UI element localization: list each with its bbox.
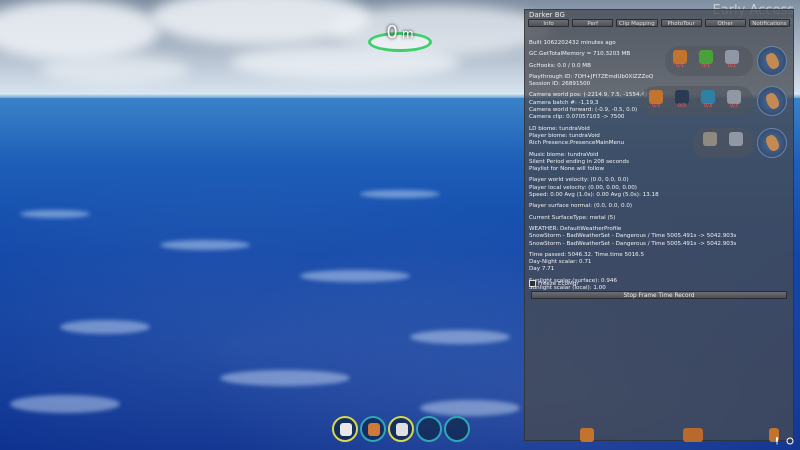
debug-line: Day 7.71: [529, 266, 555, 273]
tab-info[interactable]: Info: [528, 19, 570, 27]
flask-icon: [701, 90, 715, 104]
slot-quantity: 0/3: [651, 103, 661, 109]
foam: [360, 190, 440, 198]
foam: [60, 320, 150, 334]
inventory-slot: 0/3: [725, 90, 743, 110]
inventory-slot: 0/1: [697, 50, 715, 70]
debug-panel: Darker BG Info Perf Clip Mapping PhotoTo…: [524, 9, 794, 442]
scanner-icon: [340, 423, 352, 436]
crab-icon: [757, 128, 787, 158]
debug-line: Player biome: tundraVoid: [529, 132, 600, 139]
crab-icon: [673, 50, 687, 64]
depth-readout: 0m: [368, 22, 432, 43]
inventory-slot: 0/3: [647, 90, 665, 110]
loading-icon: [786, 437, 794, 445]
debug-line: SnowStorm - BadWeatherSet - Dangerous / …: [529, 233, 737, 240]
storage-crate-icon: [683, 428, 703, 442]
debug-line: Music biome: tundraVoid: [529, 151, 599, 158]
inventory-slot: [727, 132, 745, 152]
knife-icon: [368, 423, 380, 436]
inventory-slot: 0/3: [699, 90, 717, 110]
foam: [220, 370, 350, 386]
debug-line: Silent Period ending in 208 seconds: [529, 158, 629, 165]
freeze-ecomgr-row[interactable]: Freeze EcoMgr: [529, 280, 579, 287]
crab-icon: [757, 46, 787, 76]
slot-quantity: 0/1: [675, 63, 685, 69]
hotbar-slot-3[interactable]: [388, 416, 414, 442]
slot-quantity: 0/1: [727, 63, 737, 69]
foam: [20, 210, 90, 218]
panel-title-text: Darker BG: [529, 11, 565, 19]
debug-line: Speed: 0.00 Avg (1.0s): 0.00 Avg (5.0s):…: [529, 192, 659, 199]
hotbar-slot-5[interactable]: [444, 416, 470, 442]
tab-phototour[interactable]: PhotoTour: [660, 19, 702, 27]
debug-line: Player surface normal: (0.0, 0.0, 0.0): [529, 203, 633, 210]
foam: [300, 270, 410, 282]
depth-unit: m: [401, 27, 414, 41]
debug-line: Rich Presence:PresenceMainMenu: [529, 140, 625, 147]
freeze-ecomgr-label: Freeze EcoMgr: [538, 280, 579, 287]
crab-icon: [649, 90, 663, 104]
debug-line: Player local velocity: (0.00, 0.00, 0.00…: [529, 184, 637, 191]
cloud: [40, 55, 190, 85]
scanner-icon: [727, 90, 741, 104]
stop-frame-time-record-button[interactable]: Stop Frame Time Record: [531, 291, 787, 299]
slot-quantity: 0/1: [701, 63, 711, 69]
inventory-slot: 0/1: [723, 50, 741, 70]
debug-tabs: Info Perf Clip Mapping PhotoTour Other N…: [528, 19, 791, 28]
tab-perf[interactable]: Perf: [572, 19, 614, 27]
hotbar-slot-2[interactable]: [360, 416, 386, 442]
microphone-icon: [776, 437, 778, 445]
debug-line: GC.GetTotalMemory = 710.3203 MB: [529, 51, 631, 58]
panel-title[interactable]: Darker BG: [529, 11, 565, 19]
slot-quantity: 0/3: [677, 103, 687, 109]
scanner-icon: [729, 132, 743, 146]
inventory-slot: 0/3: [673, 90, 691, 110]
crab-icon: [580, 428, 594, 442]
tab-other[interactable]: Other: [704, 19, 746, 27]
slot-quantity: 0/3: [729, 103, 739, 109]
hotbar: [332, 416, 470, 444]
freeze-ecomgr-checkbox[interactable]: [529, 280, 536, 287]
hotbar-slot-1[interactable]: [332, 416, 358, 442]
knife-icon: [703, 132, 717, 146]
debug-line: Day-Night scalar: 0.71: [529, 259, 592, 266]
inventory-slot: [701, 132, 719, 152]
debug-line: Built 1062202432 minutes ago: [529, 40, 616, 46]
tab-notifications[interactable]: Notifications: [748, 19, 791, 27]
crab-icon: [757, 86, 787, 116]
foam: [410, 330, 510, 344]
debug-line: Playlist for None will follow: [529, 166, 605, 173]
debug-line: LD biome: tundraVoid: [529, 125, 590, 132]
depth-value: 0: [386, 22, 398, 43]
debug-line: Playthrough ID: 7OH+JFI7ZEmdUb0XlZZZoQ: [529, 73, 654, 80]
foam: [10, 395, 120, 413]
debug-line: SnowStorm - BadWeatherSet - Dangerous / …: [529, 240, 737, 247]
debug-line: WEATHER: DefaultWeatherProfile: [529, 225, 622, 232]
debug-line: Player world velocity: (0.0, 0.0, 0.0): [529, 177, 629, 184]
scanner-icon: [725, 50, 739, 64]
inventory-slot: 0/1: [671, 50, 689, 70]
depth-meter: 0m: [368, 22, 432, 52]
debug-info-text: Built 1062202432 minutes ago GC.GetTotalM…: [529, 40, 737, 292]
debug-line: Time passed: 5046.32. Time.time 5016.5: [529, 251, 645, 258]
debug-line: GcHooks: 0.0 / 0.0 MB: [529, 62, 591, 69]
foam: [160, 240, 250, 250]
tab-clip-mapping[interactable]: Clip Mapping: [616, 19, 658, 27]
bottle-icon: [699, 50, 713, 64]
foam: [420, 400, 520, 416]
knife-icon: [675, 90, 689, 104]
slot-quantity: 0/3: [703, 103, 713, 109]
hotbar-slot-4[interactable]: [416, 416, 442, 442]
debug-line: Current SurfaceType: metal (5): [529, 214, 616, 221]
repair-tool-icon: [396, 423, 408, 436]
